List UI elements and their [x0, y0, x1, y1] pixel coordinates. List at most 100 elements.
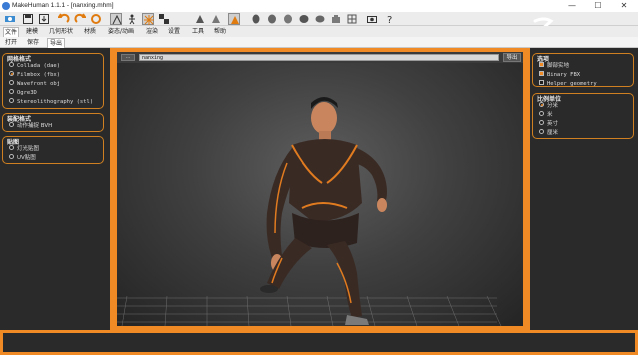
side-view-icon[interactable]: [228, 13, 240, 25]
back-view-icon[interactable]: [210, 13, 222, 25]
option-label: 脚部实地: [547, 63, 570, 69]
option-label: Wavefront obj: [17, 81, 61, 87]
head-front-icon[interactable]: [250, 13, 262, 25]
option-label: 英寸: [547, 121, 559, 127]
tab-material[interactable]: 材质: [82, 27, 98, 37]
radio-button[interactable]: [9, 80, 14, 85]
radio-decimeter[interactable]: 分米: [539, 102, 558, 110]
smooth-icon[interactable]: [110, 13, 122, 25]
radio-centimeter[interactable]: 厘米: [539, 129, 558, 137]
option-label: UV贴图: [17, 155, 36, 161]
tab-tools[interactable]: 工具: [190, 27, 206, 37]
radio-bvh[interactable]: 动作捕捉 BVH: [9, 122, 52, 130]
3d-viewport[interactable]: [117, 63, 523, 326]
radio-button[interactable]: [9, 62, 14, 67]
checkbox-helper-geometry[interactable]: Helper geometry: [539, 80, 597, 88]
front-view-icon[interactable]: [194, 13, 206, 25]
radio-ogre3d[interactable]: Ogre3D: [9, 89, 37, 97]
radio-meter[interactable]: 米: [539, 111, 553, 119]
menu-tabs: 文件 建模 几何形状 材质 姿态/动画 渲染 设置 工具 帮助: [0, 26, 638, 37]
export-filename-bar: ... nanxing 导出: [117, 52, 523, 63]
hand-icon[interactable]: [330, 13, 342, 25]
tab-help[interactable]: 帮助: [212, 27, 228, 37]
subtab-export[interactable]: 导出: [47, 38, 65, 48]
grid-icon[interactable]: [346, 13, 358, 25]
minimize-button[interactable]: —: [560, 0, 584, 12]
filename-input[interactable]: nanxing: [139, 54, 499, 61]
radio-button[interactable]: [9, 98, 14, 103]
option-label: Filmbox (fbx): [17, 72, 61, 78]
maps-group: 贴图 灯光贴图 UV贴图: [2, 136, 104, 164]
reset-icon[interactable]: [90, 13, 102, 25]
app-icon: [2, 2, 10, 10]
texture-icon[interactable]: [158, 13, 170, 25]
status-area: [3, 333, 635, 352]
option-label: Binary FBX: [547, 72, 581, 78]
checkbox[interactable]: [539, 71, 544, 76]
undo-icon[interactable]: [58, 13, 70, 25]
checkbox[interactable]: [539, 80, 544, 85]
pose-icon[interactable]: [126, 13, 138, 25]
rig-format-group: 装配格式 动作捕捉 BVH: [2, 113, 104, 132]
option-label: Ogre3D: [17, 90, 37, 96]
radio-button[interactable]: [9, 145, 14, 150]
option-label: 厘米: [547, 130, 559, 136]
redo-icon[interactable]: [74, 13, 86, 25]
option-label: Collada (dae): [17, 63, 61, 69]
checkbox-feet-on-ground[interactable]: 脚部实地: [539, 62, 569, 70]
left-panel: 网格格式 Collada (dae) Filmbox (fbx) Wavefro…: [0, 48, 110, 330]
tab-geometry[interactable]: 几何形状: [47, 27, 75, 37]
tab-settings[interactable]: 设置: [166, 27, 182, 37]
screenshot-icon[interactable]: [366, 13, 378, 25]
svg-text:?: ?: [387, 15, 392, 25]
radio-wavefront[interactable]: Wavefront obj: [9, 80, 60, 88]
radio-button[interactable]: [539, 129, 544, 134]
option-label: 分米: [547, 103, 559, 109]
title-bar: MakeHuman 1.1.1 - [nanxing.mhm] — ☐ ✕: [0, 0, 638, 12]
option-label: 灯光贴图: [17, 146, 40, 152]
export-button[interactable]: 导出: [503, 53, 521, 62]
browse-button[interactable]: ...: [121, 54, 135, 61]
tab-modeling[interactable]: 建模: [24, 27, 40, 37]
subtab-open[interactable]: 打开: [3, 38, 19, 48]
checkbox[interactable]: [539, 62, 544, 67]
wireframe-icon[interactable]: [4, 13, 16, 25]
radio-button[interactable]: [9, 71, 14, 76]
right-panel: 选项 脚部实地 Binary FBX Helper geometry 比例单位 …: [530, 48, 638, 330]
radio-stl[interactable]: Stereolithography (stl): [9, 98, 93, 106]
checkbox-binary-fbx[interactable]: Binary FBX: [539, 71, 580, 79]
radio-collada[interactable]: Collada (dae): [9, 62, 60, 70]
export-icon[interactable]: [38, 13, 50, 25]
options-group: 选项 脚部实地 Binary FBX Helper geometry: [532, 53, 634, 87]
radio-button[interactable]: [539, 102, 544, 107]
radio-inch[interactable]: 英寸: [539, 120, 558, 128]
help-icon[interactable]: ?: [384, 13, 396, 25]
radio-uvmap[interactable]: UV贴图: [9, 154, 36, 162]
radio-button[interactable]: [539, 120, 544, 125]
head-right-icon[interactable]: [282, 13, 294, 25]
tab-pose-animation[interactable]: 姿态/动画: [104, 27, 138, 37]
viewport-frame: ... nanxing 导出: [110, 48, 530, 330]
option-label: 动作捕捉 BVH: [17, 123, 53, 129]
subtab-save[interactable]: 保存: [25, 38, 41, 48]
radio-button[interactable]: [539, 111, 544, 116]
tab-file[interactable]: 文件: [3, 27, 19, 37]
option-label: 米: [547, 112, 553, 118]
human-model: [117, 97, 502, 326]
close-button[interactable]: ✕: [612, 0, 636, 12]
radio-button[interactable]: [9, 154, 14, 159]
radio-lightmap[interactable]: 灯光贴图: [9, 145, 39, 153]
mesh-format-group: 网格格式 Collada (dae) Filmbox (fbx) Wavefro…: [2, 53, 104, 109]
subdivide-icon[interactable]: [142, 13, 154, 25]
maximize-button[interactable]: ☐: [586, 0, 610, 12]
save-icon[interactable]: [22, 13, 34, 25]
radio-filmbox[interactable]: Filmbox (fbx): [9, 71, 60, 79]
tab-rendering[interactable]: 渲染: [144, 27, 160, 37]
head-left-icon[interactable]: [266, 13, 278, 25]
radio-button[interactable]: [9, 89, 14, 94]
radio-button[interactable]: [9, 122, 14, 127]
bottom-view-icon[interactable]: [314, 13, 326, 25]
top-view-icon[interactable]: [298, 13, 310, 25]
sub-tabs: 打开 保存 导出: [0, 37, 638, 48]
scale-units-group: 比例单位 分米 米 英寸 厘米: [532, 93, 634, 139]
